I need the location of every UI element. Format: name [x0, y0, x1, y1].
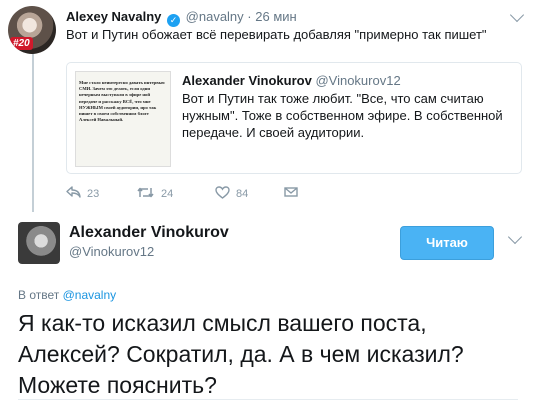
following-button[interactable]: Читаю	[400, 226, 494, 260]
envelope-icon	[284, 186, 298, 200]
tweet1-author-name[interactable]: Alexey Navalny	[66, 9, 161, 24]
quoted-tweet-card[interactable]: Мне стало неинтересно давать интервью СМ…	[66, 62, 522, 174]
quoted-author-handle: @Vinokurov12	[315, 73, 401, 88]
reply-icon	[66, 186, 81, 201]
retweet-button[interactable]: 24	[136, 186, 173, 201]
tweet1-text: Вот и Путин обожает всё перевирать добав…	[66, 27, 487, 42]
direct-message-button[interactable]	[284, 186, 298, 200]
tweet1-separator: ·	[247, 9, 252, 24]
like-count: 84	[236, 187, 249, 200]
retweet-count: 24	[161, 187, 174, 200]
tweet1-header: Alexey Navalny ✓ @navalny · 26 мин	[66, 9, 297, 27]
chevron-down-icon[interactable]	[507, 229, 523, 245]
reply-context: В ответ @navalny	[18, 288, 116, 302]
heart-icon	[215, 186, 230, 201]
tweet2-author-name[interactable]: Alexander Vinokurov	[69, 224, 229, 242]
avatar-badge: #20	[10, 37, 33, 50]
tweet2-author-handle[interactable]: @Vinokurov12	[69, 244, 154, 259]
tweet1-timestamp[interactable]: 26 мин	[255, 9, 296, 24]
quoted-tweet-text: Вот и Путин так тоже любит. "Все, что са…	[182, 91, 503, 140]
reply-count: 23	[87, 187, 100, 200]
conversation-thread-line	[32, 52, 34, 212]
verified-icon: ✓	[167, 14, 181, 27]
quoted-tweet-image[interactable]: Мне стало неинтересно давать интервью СМ…	[75, 71, 171, 167]
reply-button[interactable]: 23	[66, 186, 99, 201]
quoted-tweet-header: Alexander Vinokurov @Vinokurov12	[182, 73, 401, 88]
reply-handle-link[interactable]: @navalny	[63, 288, 117, 302]
navalny-avatar[interactable]: #20	[8, 6, 56, 54]
quoted-author-name: Alexander Vinokurov	[182, 73, 312, 88]
tweet2-text: Я как-то исказил смысл вашего поста, Але…	[18, 310, 464, 398]
reply-prefix: В ответ	[18, 288, 63, 302]
retweet-icon	[136, 186, 155, 201]
divider	[18, 399, 518, 400]
vinokurov-avatar[interactable]	[18, 222, 60, 264]
like-button[interactable]: 84	[215, 186, 248, 201]
chevron-down-icon[interactable]	[509, 7, 525, 23]
tweet1-author-handle[interactable]: @navalny	[186, 9, 244, 24]
